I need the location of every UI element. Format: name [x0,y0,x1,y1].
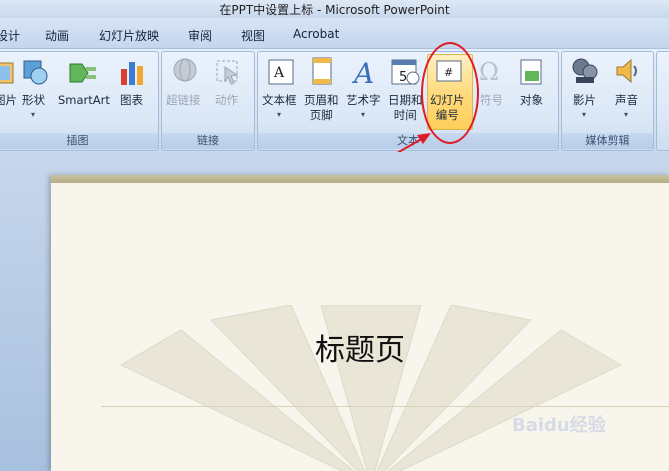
group-next-partial [656,51,669,151]
svg-text:A: A [351,57,374,86]
action-icon [216,60,239,85]
date-time-button[interactable]: 日期和 时间 [388,93,423,123]
hyperlink-icon [173,58,197,82]
symbol-icon: Ω [479,58,499,86]
slide-divider-line [101,406,669,407]
tab-animations[interactable]: 动画 [45,27,69,44]
window-title: 在PPT中设置上标 - Microsoft PowerPoint [219,3,450,17]
smartart-icon [69,63,96,83]
smartart-button[interactable]: SmartArt [58,93,110,108]
tab-review[interactable]: 审阅 [188,27,212,44]
chart-icon [121,62,143,85]
symbol-button[interactable]: 符号 [480,93,503,108]
shapes-dropdown-icon[interactable]: ▾ [31,110,35,119]
wordart-dropdown-icon[interactable]: ▾ [361,110,365,119]
movie-dropdown-icon[interactable]: ▾ [582,110,586,119]
object-button[interactable]: 对象 [520,93,543,108]
slide-top-band [51,175,669,183]
title-bar: 在PPT中设置上标 - Microsoft PowerPoint [0,0,669,18]
svg-text:5: 5 [399,70,407,85]
tab-slideshow[interactable]: 幻灯片放映 [99,27,159,44]
tab-design[interactable]: 设计 [0,27,20,44]
object-icon [520,59,542,85]
tab-acrobat[interactable]: Acrobat [293,27,339,41]
slide-title[interactable]: 标题页 [51,325,669,369]
shapes-icon [23,60,48,85]
textbox-button[interactable]: 文本框 [262,93,297,108]
wordart-button[interactable]: 艺术字 [346,93,381,108]
sound-button[interactable]: 声音 [615,93,638,108]
picture-button[interactable]: 图片 [0,93,17,108]
ribbon-tabs: 设计 动画 幻灯片放映 审阅 视图 Acrobat [0,18,669,48]
textbox-icon: A [268,59,294,85]
wordart-icon: A [351,57,374,86]
picture-icon [0,62,14,84]
tab-view[interactable]: 视图 [241,27,265,44]
group-label-illustrations: 插图 [0,133,158,149]
chart-button[interactable]: 图表 [120,93,143,108]
sound-dropdown-icon[interactable]: ▾ [624,110,628,119]
group-label-links: 链接 [162,133,254,149]
date-time-icon: 5 [391,59,420,85]
sound-icon [616,58,637,84]
movie-icon [572,58,598,83]
svg-text:Ω: Ω [479,58,499,86]
watermark-logo: Baidu经验 [512,415,606,436]
group-label-media: 媒体剪辑 [562,133,653,149]
hyperlink-button[interactable]: 超链接 [166,93,201,108]
textbox-dropdown-icon[interactable]: ▾ [277,110,281,119]
header-footer-button[interactable]: 页眉和 页脚 [304,93,339,123]
movie-button[interactable]: 影片 [573,93,596,108]
svg-text:A: A [273,65,285,81]
shapes-button[interactable]: 形状 [22,93,45,108]
header-footer-icon [312,57,332,85]
action-button[interactable]: 动作 [215,93,238,108]
